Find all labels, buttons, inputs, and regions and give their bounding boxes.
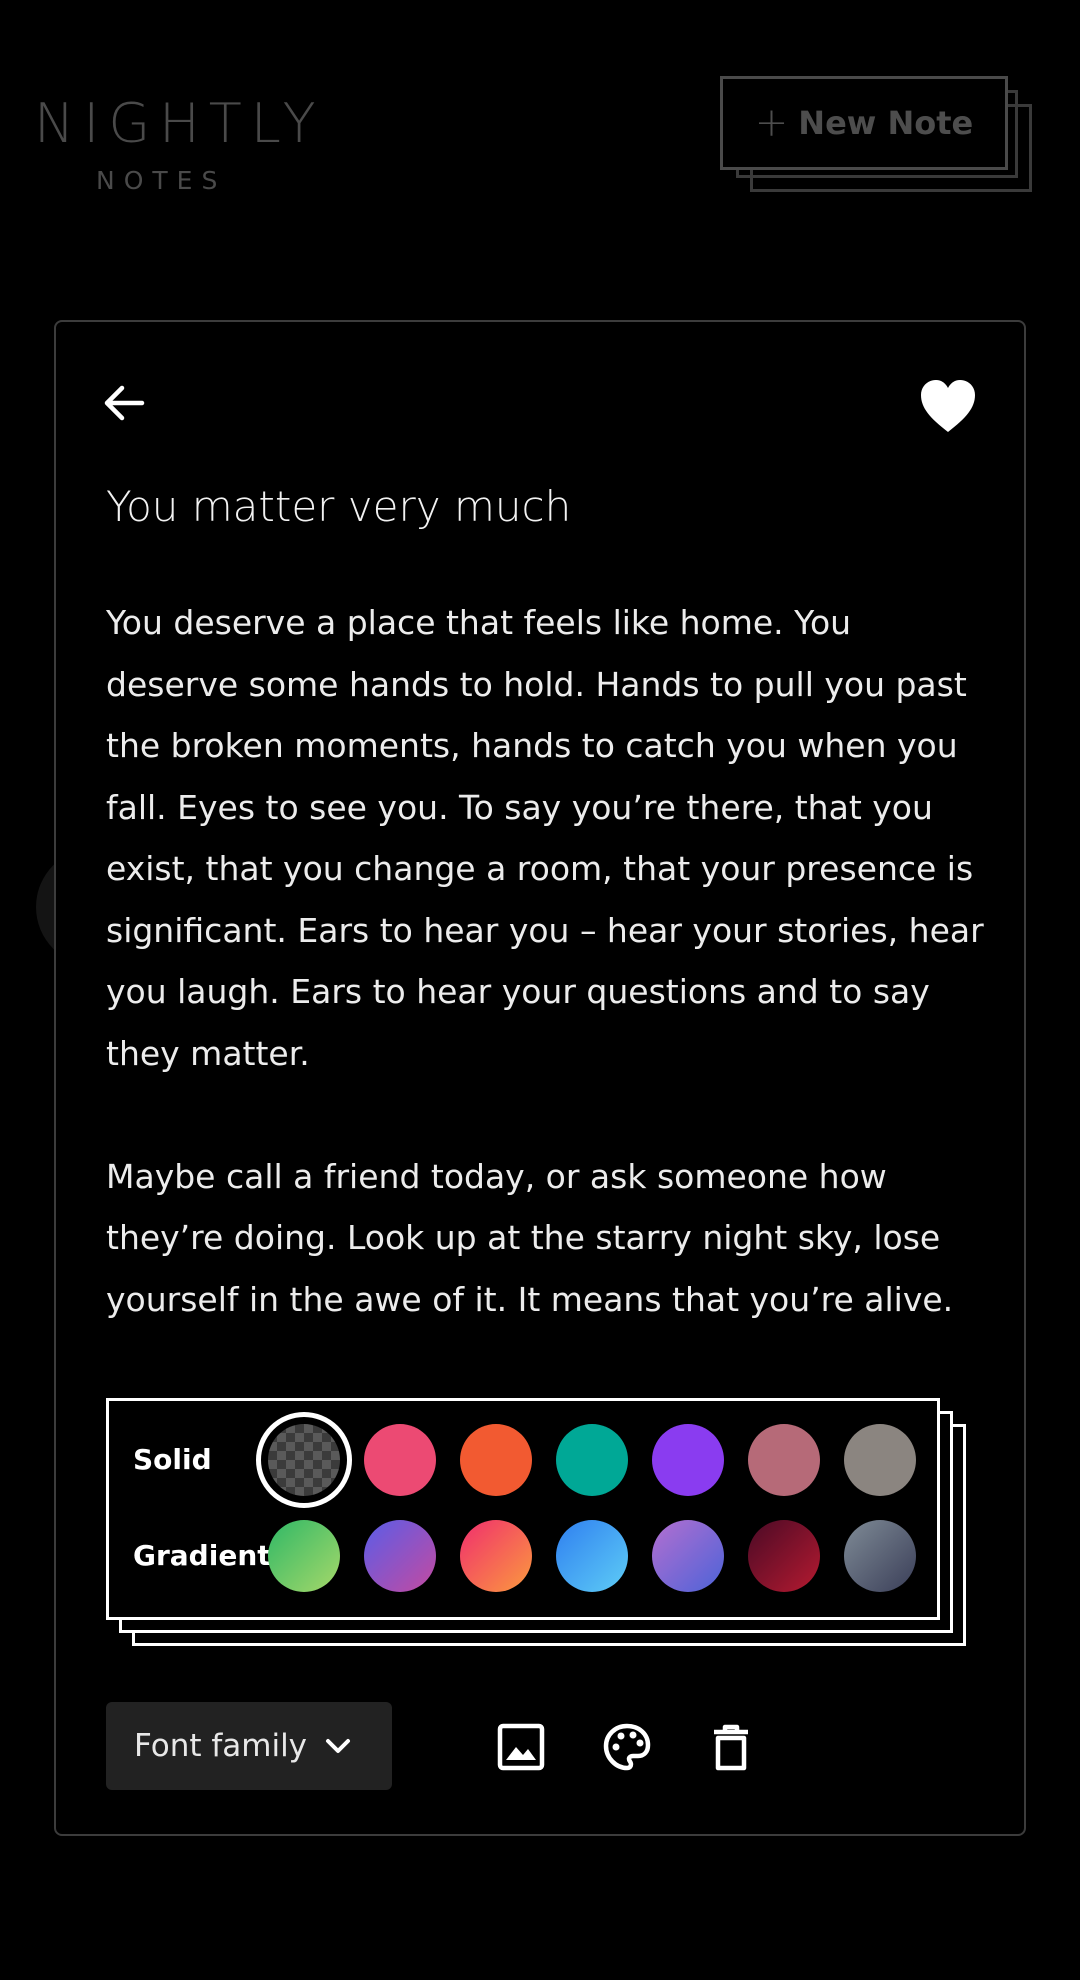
app-logo: NIGHTLY NOTES [34,92,325,196]
gradient-swatch-wine[interactable] [748,1520,820,1592]
gradient-swatch-lilac-blue[interactable] [652,1520,724,1592]
color-palette: Solid Gradient [106,1398,966,1646]
solid-row-label: Solid [133,1443,212,1476]
new-note-button-face[interactable]: + New Note [720,76,1008,170]
font-family-label: Font family [134,1728,308,1764]
gradient-swatch-green[interactable] [268,1520,340,1592]
new-note-button[interactable]: + New Note [720,76,1032,192]
note-body[interactable]: You deserve a place that feels like home… [106,592,986,1330]
favorite-heart-icon[interactable] [918,378,978,434]
solid-swatch-rose[interactable] [748,1424,820,1496]
logo-name: NIGHTLY [34,92,325,155]
font-family-dropdown[interactable]: Font family [106,1702,392,1790]
plus-icon: + [754,100,789,146]
gradient-swatch-pink-orange[interactable] [460,1520,532,1592]
chevron-down-icon [326,1739,350,1753]
solid-swatch-taupe[interactable] [844,1424,916,1496]
note-editor-modal: You matter very much You deserve a place… [54,320,1026,1836]
logo-subtitle: NOTES [96,166,227,195]
new-note-label: New Note [798,104,974,142]
gradient-row-label: Gradient [133,1539,271,1572]
trash-icon[interactable] [706,1722,756,1772]
solid-swatch-teal[interactable] [556,1424,628,1496]
gradient-swatch-indigo-magenta[interactable] [364,1520,436,1592]
gradient-swatch-blue[interactable] [556,1520,628,1592]
solid-swatch-transparent[interactable] [256,1412,352,1508]
back-arrow-icon[interactable] [100,378,150,428]
image-icon[interactable] [496,1722,546,1772]
gradient-swatch-slate[interactable] [844,1520,916,1592]
palette-icon[interactable] [602,1722,652,1772]
palette-panel: Solid Gradient [106,1398,940,1620]
note-title[interactable]: You matter very much [106,482,571,531]
solid-swatch-purple[interactable] [652,1424,724,1496]
solid-swatch-pink[interactable] [364,1424,436,1496]
solid-swatch-orange[interactable] [460,1424,532,1496]
